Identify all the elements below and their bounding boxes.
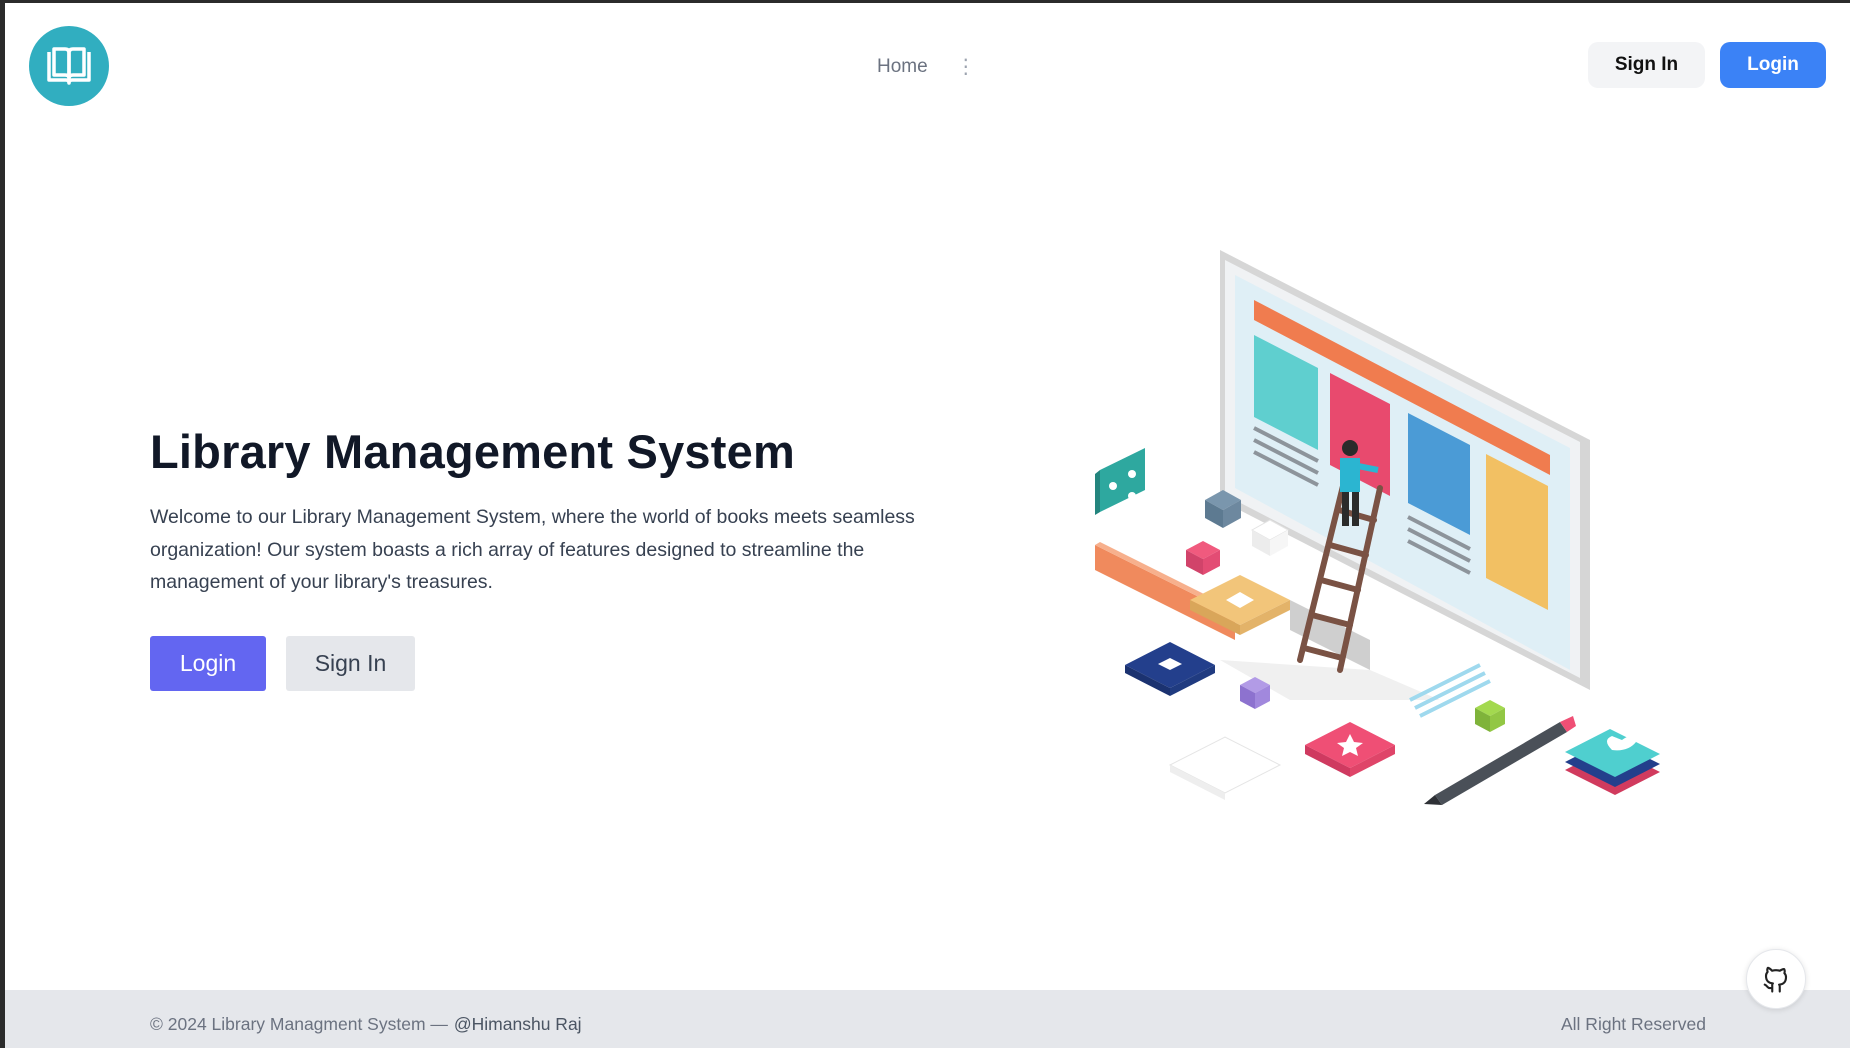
- github-icon: [1763, 966, 1788, 993]
- isometric-computer-illustration: [1095, 250, 1660, 805]
- open-book-icon: [47, 47, 91, 85]
- hero-login-button[interactable]: Login: [150, 636, 266, 691]
- nav-home-link[interactable]: Home: [877, 56, 928, 78]
- window-frame-top: [0, 0, 1850, 3]
- hero-section: Library Management System Welcome to our…: [150, 424, 950, 599]
- hero-signin-button[interactable]: Sign In: [286, 636, 415, 691]
- vertical-ellipsis-icon[interactable]: ⋮: [956, 57, 976, 77]
- hero-title: Library Management System: [150, 425, 795, 478]
- footer: © 2024 Library Managment System — @Himans…: [5, 990, 1850, 1048]
- github-button[interactable]: [1746, 949, 1806, 1009]
- footer-copyright: © 2024 Library Managment System — @Himans…: [150, 1014, 582, 1035]
- logo[interactable]: [29, 26, 109, 106]
- footer-rights: All Right Reserved: [1561, 1014, 1706, 1034]
- hero-description: Welcome to our Library Management System…: [150, 506, 915, 593]
- author-link[interactable]: @Himanshu Raj: [454, 1014, 582, 1034]
- header-login-button[interactable]: Login: [1720, 42, 1826, 88]
- window-frame-left: [0, 0, 5, 1048]
- hero-buttons: Login Sign In: [150, 636, 415, 691]
- header-signin-button[interactable]: Sign In: [1588, 42, 1705, 88]
- main-nav: Home ⋮: [877, 56, 976, 78]
- copyright-text: © 2024 Library Managment System —: [150, 1014, 448, 1034]
